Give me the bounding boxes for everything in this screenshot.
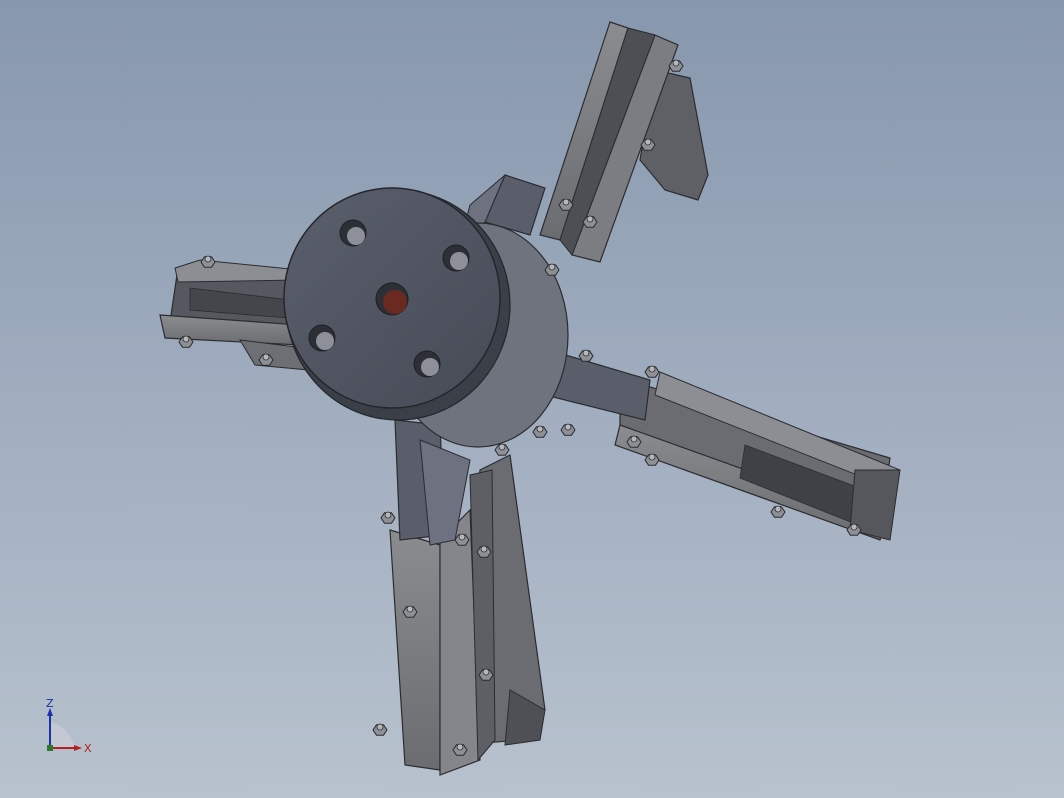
- arm-lower: [389, 419, 546, 776]
- bolt-tip: [480, 545, 488, 553]
- bolt-tip: [648, 453, 656, 461]
- bolt-tip: [630, 435, 638, 443]
- gripper-assembly-model[interactable]: [0, 0, 1064, 798]
- bolt-tip: [672, 59, 680, 67]
- axis-triad: Z X: [46, 697, 92, 755]
- bolt-tip: [384, 511, 392, 519]
- bolt-tip: [850, 523, 858, 531]
- bolt-tip: [458, 533, 466, 541]
- bolt-tip: [562, 198, 570, 206]
- bolt-tip: [548, 263, 556, 271]
- 3d-viewport[interactable]: Z X: [0, 0, 1064, 798]
- bolt-tip: [582, 349, 590, 357]
- bolt-tip: [456, 743, 464, 751]
- bolt-tip: [204, 255, 212, 263]
- axis-label-z: Z: [46, 697, 54, 710]
- bolt-tip: [564, 423, 572, 431]
- bolt-tip: [376, 723, 384, 731]
- bolt-tip: [262, 353, 270, 361]
- bolt-tip: [536, 425, 544, 433]
- bolt-tip: [498, 443, 506, 451]
- bolt-tip: [482, 668, 490, 676]
- axis-label-x: X: [84, 742, 92, 755]
- hub: [283, 187, 511, 421]
- bolt-tip: [774, 505, 782, 513]
- bolt-tip: [586, 215, 594, 223]
- bolt-tip: [644, 138, 652, 146]
- bolt-tip: [182, 335, 190, 343]
- bolt-tip: [648, 365, 656, 373]
- bolt-tip: [406, 605, 414, 613]
